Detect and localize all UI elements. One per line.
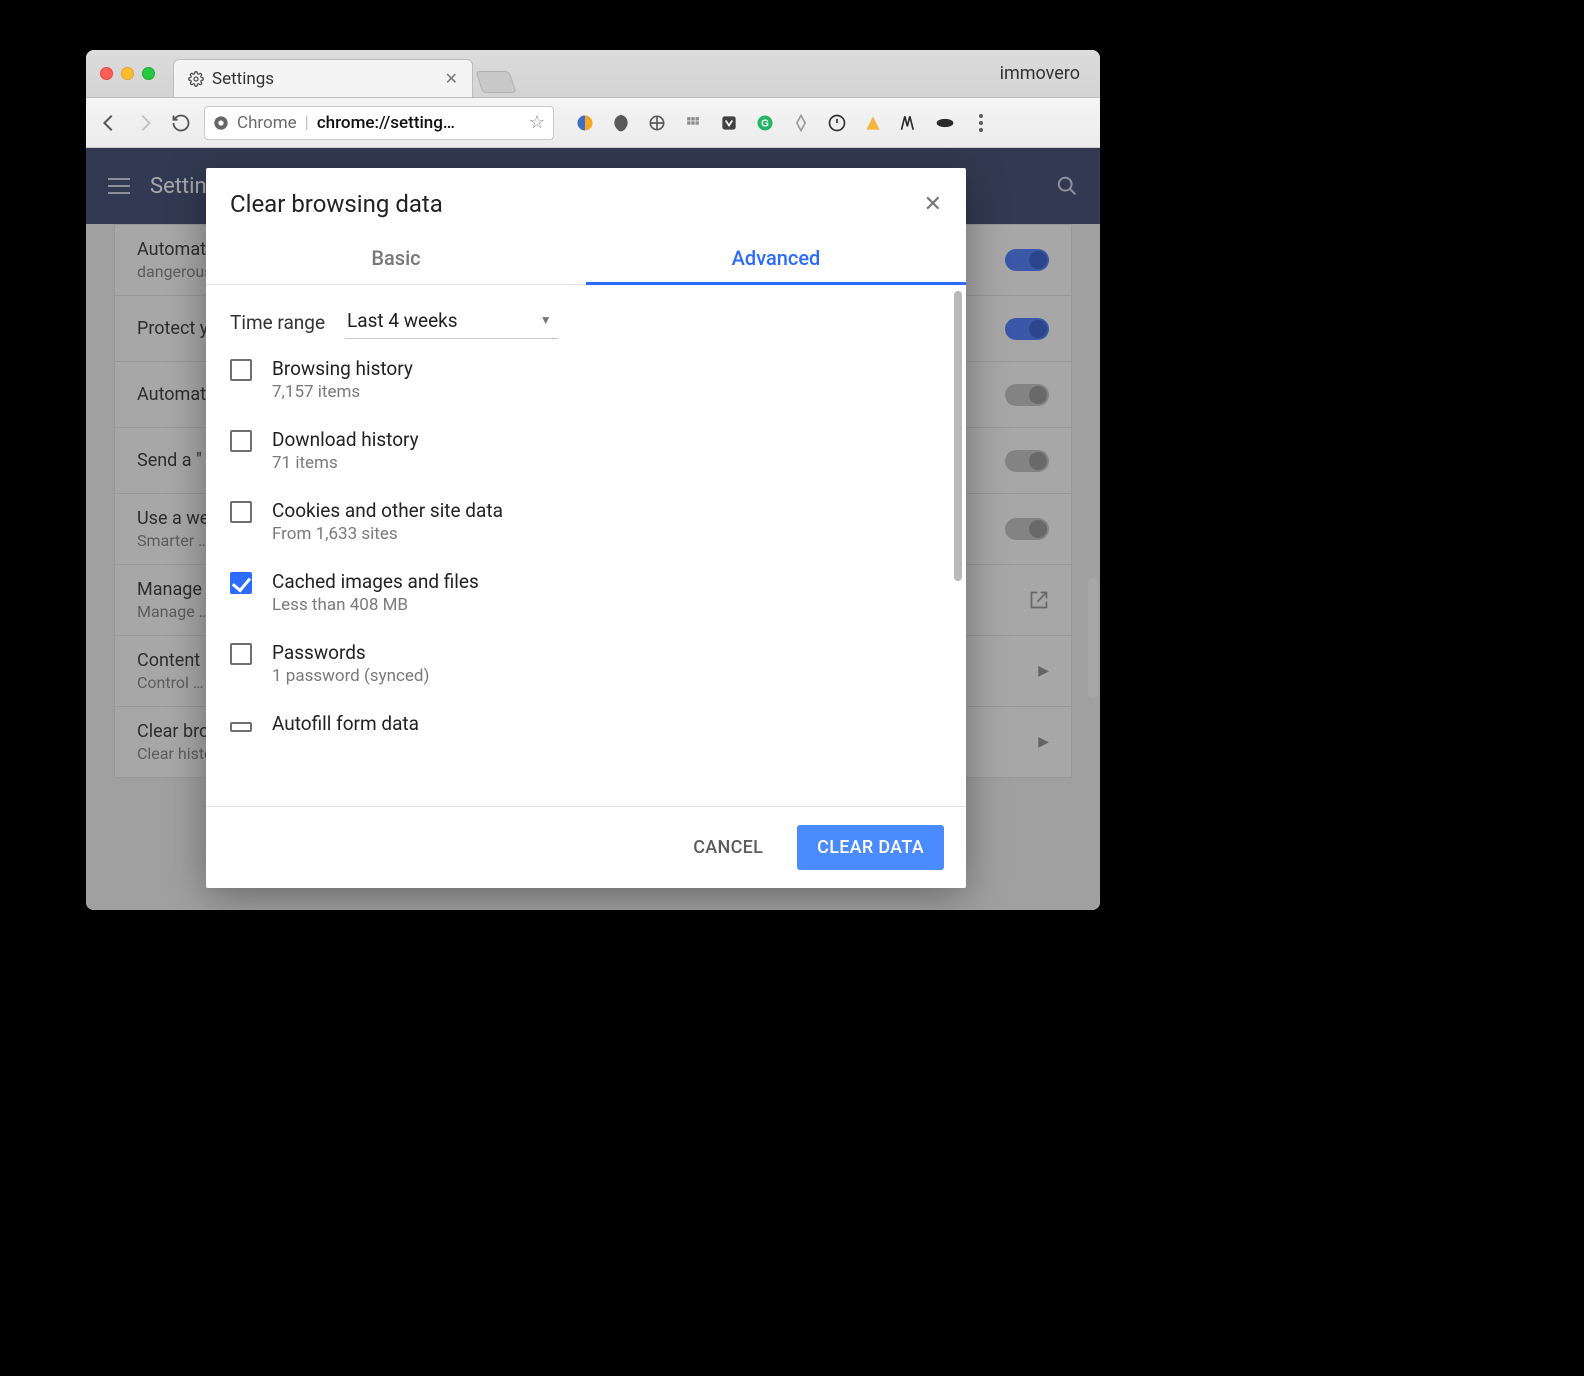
item-label: Passwords <box>272 641 429 664</box>
checkbox[interactable] <box>230 359 252 381</box>
cancel-button[interactable]: CANCEL <box>673 825 783 870</box>
extension-icon[interactable] <box>826 112 848 134</box>
extension-icon[interactable] <box>718 112 740 134</box>
caret-down-icon: ▼ <box>540 313 552 327</box>
window-controls <box>86 67 155 80</box>
close-window-button[interactable] <box>100 67 113 80</box>
item-label: Cookies and other site data <box>272 499 503 522</box>
settings-page: Settings Automatically …dangerous … Prot… <box>86 148 1100 910</box>
list-item[interactable]: Autofill form data <box>230 712 942 735</box>
item-label: Download history <box>272 428 419 451</box>
extension-icon[interactable] <box>898 112 920 134</box>
checkbox[interactable] <box>230 430 252 452</box>
item-label: Browsing history <box>272 357 413 380</box>
dialog-title: Clear browsing data <box>230 190 443 218</box>
titlebar: Settings ✕ immovero <box>86 50 1100 98</box>
time-range-label: Time range <box>230 311 325 334</box>
tab-close-button[interactable]: ✕ <box>445 69 458 88</box>
checkbox[interactable] <box>230 501 252 523</box>
browser-tab[interactable]: Settings ✕ <box>173 59 473 97</box>
item-sublabel: From 1,633 sites <box>272 524 503 544</box>
extension-icon[interactable] <box>610 112 632 134</box>
clear-data-items: Browsing history7,157 items Download his… <box>230 357 942 735</box>
extension-icon-strip: G <box>574 112 992 134</box>
scrollbar-thumb[interactable] <box>1088 578 1098 698</box>
item-label: Cached images and files <box>272 570 479 593</box>
clear-data-button[interactable]: CLEAR DATA <box>797 825 944 870</box>
checkbox[interactable] <box>230 722 252 732</box>
profile-name[interactable]: immovero <box>1000 63 1100 84</box>
address-bar[interactable]: Chrome | chrome://setting… ☆ <box>204 106 554 140</box>
clear-browsing-data-dialog: Clear browsing data ✕ Basic Advanced Tim… <box>206 168 966 888</box>
tab-advanced[interactable]: Advanced <box>586 232 966 284</box>
gear-icon <box>188 71 204 87</box>
list-item[interactable]: Passwords1 password (synced) <box>230 641 942 686</box>
chrome-menu-button[interactable] <box>970 112 992 134</box>
list-item[interactable]: Browsing history7,157 items <box>230 357 942 402</box>
checkbox[interactable] <box>230 572 252 594</box>
tab-title: Settings <box>212 69 274 89</box>
extension-icon[interactable] <box>574 112 596 134</box>
zoom-window-button[interactable] <box>142 67 155 80</box>
svg-text:G: G <box>761 118 769 129</box>
minimize-window-button[interactable] <box>121 67 134 80</box>
extension-icon[interactable] <box>790 112 812 134</box>
time-range-value: Last 4 weeks <box>347 309 458 332</box>
extension-icon[interactable] <box>646 112 668 134</box>
forward-button[interactable] <box>132 110 158 136</box>
url-display: chrome://setting… <box>317 113 455 133</box>
reload-button[interactable] <box>168 110 194 136</box>
new-tab-button[interactable] <box>475 71 516 93</box>
item-sublabel: Less than 408 MB <box>272 595 479 615</box>
item-label: Autofill form data <box>272 712 419 735</box>
item-sublabel: 7,157 items <box>272 382 413 402</box>
toolbar: Chrome | chrome://setting… ☆ G <box>86 98 1100 148</box>
dialog-footer: CANCEL CLEAR DATA <box>206 806 966 888</box>
chrome-brand-icon <box>213 115 229 131</box>
extension-icon[interactable] <box>934 112 956 134</box>
back-button[interactable] <box>96 110 122 136</box>
tab-basic[interactable]: Basic <box>206 232 586 284</box>
extension-icon[interactable] <box>682 112 704 134</box>
scrollbar-thumb[interactable] <box>954 291 962 581</box>
close-icon[interactable]: ✕ <box>924 192 942 217</box>
list-item[interactable]: Download history71 items <box>230 428 942 473</box>
item-sublabel: 1 password (synced) <box>272 666 429 686</box>
extension-icon[interactable]: G <box>754 112 776 134</box>
checkbox[interactable] <box>230 643 252 665</box>
item-sublabel: 71 items <box>272 453 419 473</box>
dialog-body: Time range Last 4 weeks ▼ Browsing histo… <box>206 285 966 806</box>
browser-window: Settings ✕ immovero Chrome | chrome://se… <box>86 50 1100 910</box>
url-origin-chip: Chrome <box>237 113 297 133</box>
dialog-header: Clear browsing data ✕ <box>206 168 966 232</box>
list-item[interactable]: Cookies and other site dataFrom 1,633 si… <box>230 499 942 544</box>
url-separator: | <box>305 113 309 133</box>
dialog-tabs: Basic Advanced <box>206 232 966 285</box>
time-range-select[interactable]: Last 4 weeks ▼ <box>345 305 558 339</box>
extension-icon[interactable] <box>862 112 884 134</box>
time-range-row: Time range Last 4 weeks ▼ <box>230 305 942 339</box>
list-item[interactable]: Cached images and filesLess than 408 MB <box>230 570 942 615</box>
bookmark-star-icon[interactable]: ☆ <box>529 112 545 133</box>
